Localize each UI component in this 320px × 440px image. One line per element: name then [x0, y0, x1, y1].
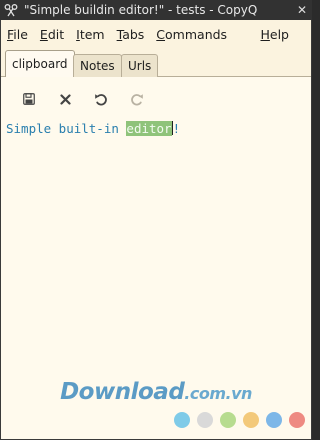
- watermark-dots: [174, 412, 312, 428]
- watermark-dot: [220, 412, 236, 428]
- undo-icon: [95, 94, 107, 106]
- tab-clipboard[interactable]: clipboard: [5, 50, 75, 77]
- tab-notes[interactable]: Notes: [73, 54, 122, 77]
- cancel-button[interactable]: [47, 89, 83, 109]
- watermark-dot: [266, 412, 282, 428]
- tab-bar: clipboard Notes Urls: [0, 49, 312, 77]
- watermark-dot: [197, 412, 213, 428]
- undo-button[interactable]: [83, 89, 119, 109]
- title-bar: "Simple buildin editor!" - tests - CopyQ…: [0, 0, 312, 20]
- menu-file[interactable]: File: [1, 20, 34, 49]
- menu-bar: File Edit Item Tabs Commands Help: [0, 20, 312, 49]
- close-icon: [59, 93, 71, 105]
- window-title: "Simple buildin editor!" - tests - CopyQ: [24, 3, 258, 17]
- save-button[interactable]: [11, 89, 47, 109]
- watermark-dot: [174, 412, 190, 428]
- selected-text: editor: [126, 121, 172, 136]
- menu-tabs[interactable]: Tabs: [111, 20, 151, 49]
- menu-item[interactable]: Item: [70, 20, 110, 49]
- tab-urls[interactable]: Urls: [121, 54, 159, 77]
- close-window-button[interactable]: ✕: [292, 0, 312, 20]
- redo-icon: [131, 94, 143, 106]
- scissors-icon: [0, 3, 22, 17]
- menu-commands[interactable]: Commands: [150, 20, 233, 49]
- watermark-dot: [243, 412, 259, 428]
- save-icon: [23, 93, 35, 105]
- watermark-logo: Download.com.vn: [60, 379, 252, 405]
- text-editor[interactable]: Simple built-in editor!: [6, 121, 306, 137]
- watermark-dot: [289, 412, 305, 428]
- menu-edit[interactable]: Edit: [34, 20, 70, 49]
- editor-text-end: !: [172, 121, 181, 136]
- redo-button[interactable]: [119, 89, 155, 109]
- editor-toolbar: [11, 89, 155, 109]
- menu-help[interactable]: Help: [254, 20, 311, 49]
- editor-text: Simple built-in: [6, 121, 127, 136]
